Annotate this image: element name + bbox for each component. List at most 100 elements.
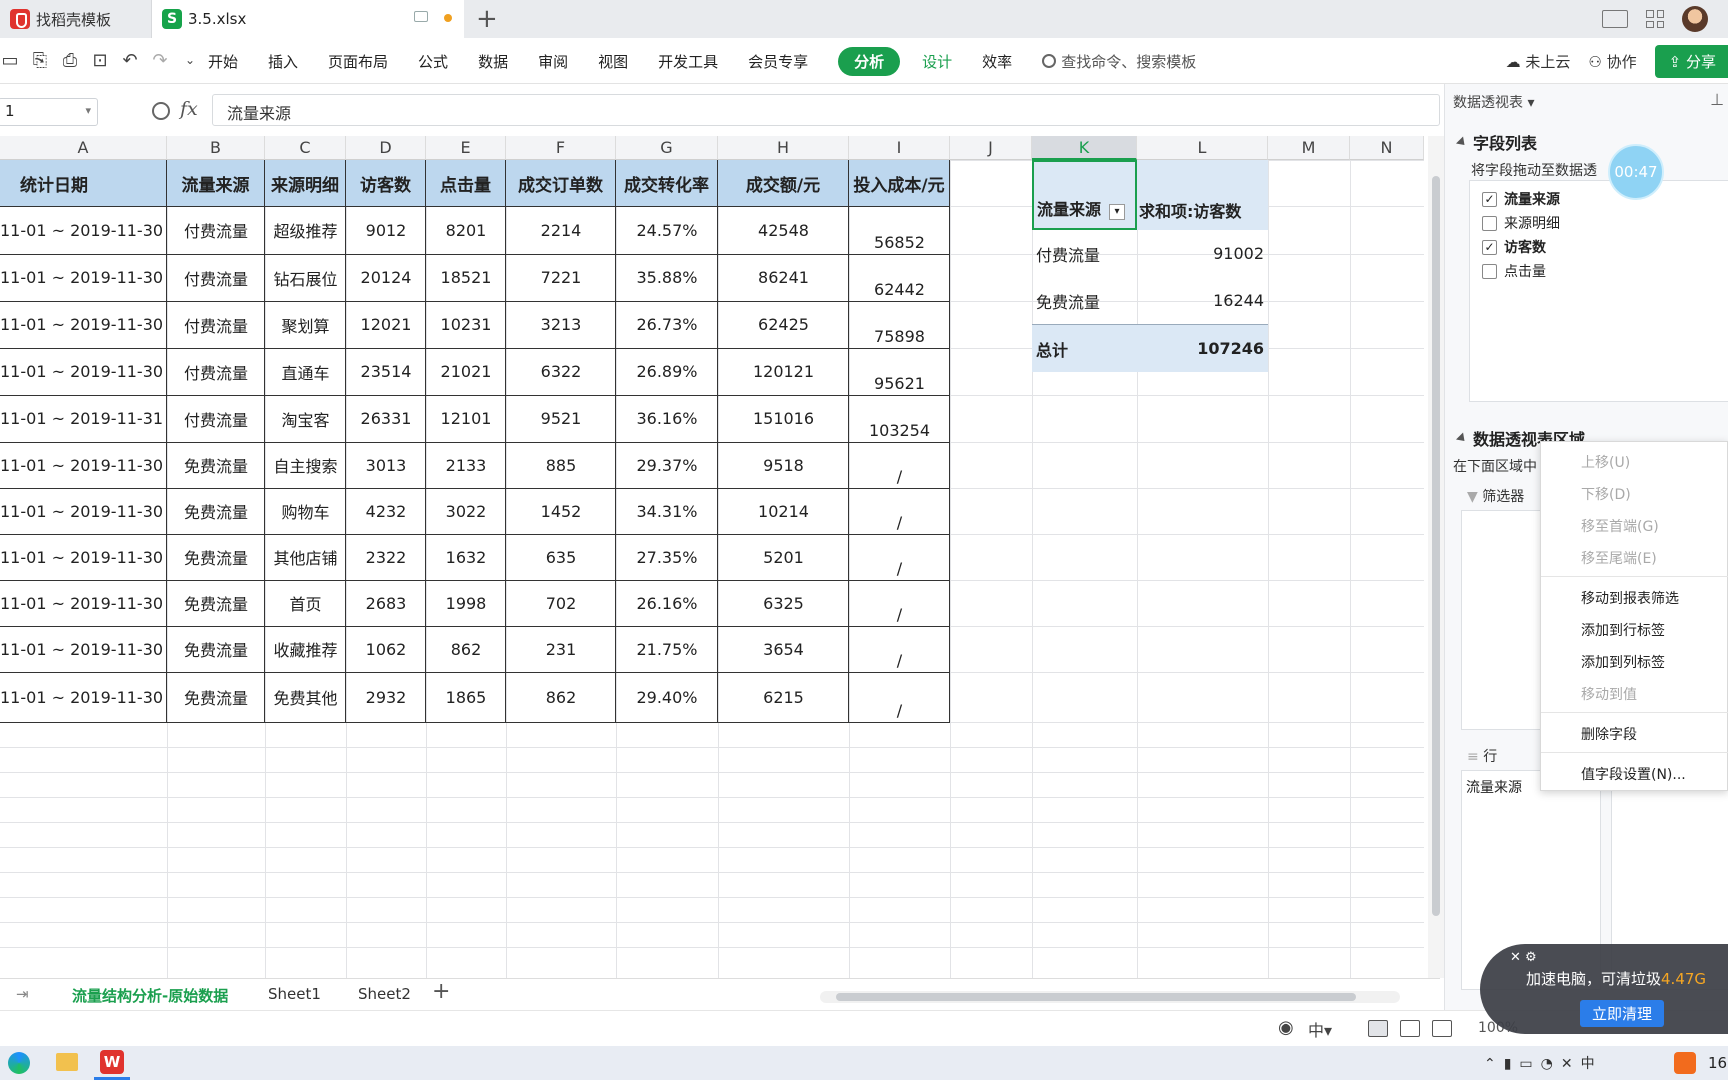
tab-review[interactable]: 审阅 [538, 51, 568, 72]
filter-dropdown-icon[interactable]: ▾ [1109, 204, 1126, 220]
add-sheet-button[interactable]: + [432, 979, 450, 1004]
cell-amount[interactable]: 86241 [718, 254, 849, 301]
header-cost[interactable]: 投入成本/元 [849, 160, 950, 206]
header-visitors[interactable]: 访客数 [346, 160, 426, 206]
cell-source[interactable]: 免费流量 [167, 626, 265, 672]
cell-rate[interactable]: 36.16% [616, 395, 718, 442]
menu-move-to-values[interactable]: 移动到值 [1581, 684, 1637, 704]
panel-title[interactable]: 数据透视表 ▾ [1453, 92, 1534, 112]
file-explorer-icon[interactable] [56, 1053, 78, 1071]
cell-source[interactable]: 付费流量 [167, 301, 265, 348]
cell-orders[interactable]: 862 [506, 672, 616, 722]
cell-cost[interactable]: / [849, 442, 950, 488]
cell-rate[interactable]: 26.16% [616, 580, 718, 626]
checkbox-checked-icon[interactable]: ✓ [1482, 191, 1497, 207]
cell-source[interactable]: 付费流量 [167, 395, 265, 442]
pin-icon[interactable]: ⊥ [1710, 90, 1724, 109]
cell-amount[interactable]: 5201 [718, 534, 849, 580]
column-header-h[interactable]: H [718, 136, 849, 160]
cell-detail[interactable]: 免费其他 [265, 672, 346, 722]
cell-rate[interactable]: 27.35% [616, 534, 718, 580]
cell-orders[interactable]: 9521 [506, 395, 616, 442]
menu-move-to-start[interactable]: 移至首端(G) [1581, 516, 1659, 536]
page-layout-view-icon[interactable] [1400, 1020, 1420, 1037]
cell-rate[interactable]: 21.75% [616, 626, 718, 672]
cell-orders[interactable]: 1452 [506, 488, 616, 534]
layout-icon[interactable] [1602, 10, 1628, 28]
cell-orders[interactable]: 2214 [506, 206, 616, 254]
cell-detail[interactable]: 钻石展位 [265, 254, 346, 301]
cell-cost[interactable]: / [849, 580, 950, 626]
cell-visitors[interactable]: 4232 [346, 488, 426, 534]
export-icon[interactable]: ⎘ [30, 49, 50, 71]
tab-home[interactable]: 开始 [208, 51, 238, 72]
pivot-row-label[interactable]: 免费流量 [1032, 277, 1137, 324]
horizontal-scrollbar[interactable] [820, 991, 1400, 1003]
apps-grid-icon[interactable] [1646, 10, 1664, 28]
cell-amount[interactable]: 42548 [718, 206, 849, 254]
worksheet-grid[interactable]: A B C D E F G H I J K L M N 统计日期 流量来源 来源… [0, 136, 1424, 978]
edge-browser-icon[interactable] [8, 1052, 30, 1074]
cell-date[interactable]: 11-01 ~ 2019-11-30 [0, 534, 167, 580]
column-header-g[interactable]: G [616, 136, 718, 160]
column-header-a[interactable]: A [0, 136, 167, 160]
last-sheet-icon[interactable]: ⇥ [16, 985, 29, 1003]
cell-date[interactable]: 11-01 ~ 2019-11-30 [0, 301, 167, 348]
column-header-i[interactable]: I [849, 136, 950, 160]
monitor-icon[interactable] [414, 11, 428, 22]
share-button[interactable]: ⇪ 分享 [1654, 44, 1728, 78]
cell-date[interactable]: 11-01 ~ 2019-11-30 [0, 626, 167, 672]
tab-design[interactable]: 设计 [922, 51, 952, 72]
cell-clicks[interactable]: 12101 [426, 395, 506, 442]
cell-date[interactable]: 11-01 ~ 2019-11-30 [0, 580, 167, 626]
cell-detail[interactable]: 自主搜索 [265, 442, 346, 488]
cell-clicks[interactable]: 1865 [426, 672, 506, 722]
cell-date[interactable]: 11-01 ~ 2019-11-30 [0, 672, 167, 722]
cell-rate[interactable]: 26.73% [616, 301, 718, 348]
cell-amount[interactable]: 9518 [718, 442, 849, 488]
cell-amount[interactable]: 151016 [718, 395, 849, 442]
cell-clicks[interactable]: 21021 [426, 348, 506, 395]
cell-detail[interactable]: 其他店铺 [265, 534, 346, 580]
pivot-row-label[interactable]: 付费流量 [1032, 230, 1137, 277]
menu-value-field-settings[interactable]: 值字段设置(N)... [1581, 764, 1686, 784]
header-source[interactable]: 流量来源 [167, 160, 265, 206]
header-amount[interactable]: 成交额/元 [718, 160, 849, 206]
tab-efficiency[interactable]: 效率 [982, 51, 1012, 72]
menu-move-to-end[interactable]: 移至尾端(E) [1581, 548, 1657, 568]
cell-source[interactable]: 免费流量 [167, 580, 265, 626]
cell-visitors[interactable]: 26331 [346, 395, 426, 442]
cell-detail[interactable]: 超级推荐 [265, 206, 346, 254]
cell-cost[interactable]: 103254 [849, 395, 950, 442]
column-header-j[interactable]: J [950, 136, 1032, 160]
field-source-detail[interactable]: 来源明细 [1482, 213, 1560, 233]
checkbox-checked-icon[interactable]: ✓ [1482, 239, 1497, 255]
tab-workbook[interactable]: S 3.5.xlsx [152, 0, 464, 38]
cell-amount[interactable]: 3654 [718, 626, 849, 672]
cell-date[interactable]: 11-01 ~ 2019-11-30 [0, 442, 167, 488]
tab-view[interactable]: 视图 [598, 51, 628, 72]
cell-cost[interactable]: / [849, 488, 950, 534]
column-header-k[interactable]: K [1032, 136, 1137, 160]
column-header-n[interactable]: N [1350, 136, 1424, 160]
cell-detail[interactable]: 收藏推荐 [265, 626, 346, 672]
cell-date[interactable]: 11-01 ~ 2019-11-30 [0, 488, 167, 534]
undo-icon[interactable]: ↶ [120, 49, 140, 71]
pivot-total-value[interactable]: 107246 [1137, 324, 1268, 372]
cell-visitors[interactable]: 2932 [346, 672, 426, 722]
redo-icon[interactable]: ↷ [150, 49, 170, 71]
cell-cost[interactable]: / [849, 672, 950, 722]
pivot-row-value[interactable]: 91002 [1137, 230, 1268, 277]
cell-clicks[interactable]: 8201 [426, 206, 506, 254]
input-method-icon[interactable]: 中▾ [1308, 1017, 1332, 1041]
cell-date[interactable]: 11-01 ~ 2019-11-30 [0, 206, 167, 254]
menu-add-to-row-labels[interactable]: 添加到行标签 [1581, 620, 1665, 640]
menu-move-to-report-filter[interactable]: 移动到报表筛选 [1581, 588, 1679, 608]
cell-cost[interactable]: 56852 [849, 206, 950, 254]
cell-cost[interactable]: 62442 [849, 254, 950, 301]
cell-cost[interactable]: 95621 [849, 348, 950, 395]
cell-date[interactable]: 11-01 ~ 2019-11-31 [0, 395, 167, 442]
column-header-e[interactable]: E [426, 136, 506, 160]
cell-clicks[interactable]: 1998 [426, 580, 506, 626]
tab-docer-templates[interactable]: 找稻壳模板 [0, 0, 152, 38]
